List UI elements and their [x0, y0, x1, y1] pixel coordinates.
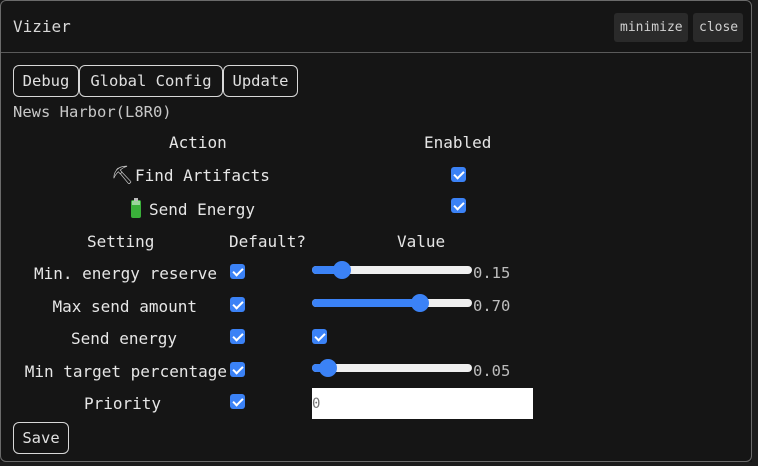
tab-update[interactable]: Update — [223, 65, 298, 97]
tab-debug[interactable]: Debug — [13, 65, 79, 97]
save-button[interactable]: Save — [13, 422, 69, 454]
background-edge — [752, 0, 758, 466]
default-checkbox[interactable] — [230, 297, 245, 312]
enabled-checkbox-find-artifacts[interactable] — [451, 167, 466, 182]
setting-label: Send energy — [71, 329, 177, 348]
minimize-button[interactable]: minimize — [614, 13, 688, 42]
battery-icon — [131, 198, 141, 218]
plugin-title: News Harbor(L8R0) — [13, 103, 172, 121]
vizier-window: Vizier minimize close Debug Global Confi… — [0, 0, 752, 462]
slider-thumb[interactable] — [333, 261, 352, 279]
close-button[interactable]: close — [693, 13, 743, 42]
pickaxe-icon: ⛏ — [111, 165, 134, 186]
titlebar[interactable]: Vizier minimize close — [1, 1, 751, 53]
action-label: Send Energy — [149, 200, 255, 219]
column-header-value: Value — [397, 232, 446, 251]
priority-input[interactable] — [312, 388, 533, 419]
slider-thumb[interactable] — [411, 294, 430, 312]
setting-label: Max send amount — [52, 297, 198, 316]
default-checkbox[interactable] — [230, 362, 245, 377]
slider-value: 0.70 — [473, 297, 511, 315]
column-header-default: Default? — [229, 232, 307, 251]
setting-label: Priority — [83, 394, 161, 413]
slider-value: 0.05 — [473, 362, 511, 380]
column-header-action: Action — [169, 133, 227, 152]
enabled-checkbox-send-energy[interactable] — [451, 198, 466, 213]
slider-thumb[interactable] — [319, 359, 338, 377]
default-checkbox[interactable] — [230, 329, 245, 344]
setting-label: Min target percentage — [24, 362, 227, 381]
action-label: Find Artifacts — [135, 166, 270, 185]
window-title: Vizier — [13, 17, 71, 36]
min-target-percentage-slider[interactable] — [312, 358, 472, 378]
max-send-amount-slider[interactable] — [312, 293, 472, 313]
column-header-enabled: Enabled — [424, 133, 492, 152]
column-header-setting: Setting — [87, 232, 155, 251]
action-row-find-artifacts: ⛏Find Artifacts — [111, 165, 270, 186]
default-checkbox[interactable] — [230, 394, 245, 409]
slider-value: 0.15 — [473, 264, 511, 282]
min-energy-reserve-slider[interactable] — [312, 260, 472, 280]
tab-global-config[interactable]: Global Config — [79, 65, 223, 97]
action-row-send-energy: Send Energy — [125, 198, 255, 219]
background-edge — [0, 462, 758, 466]
send-energy-value-checkbox[interactable] — [312, 329, 327, 344]
setting-label: Min. energy reserve — [33, 264, 217, 283]
default-checkbox[interactable] — [230, 264, 245, 279]
